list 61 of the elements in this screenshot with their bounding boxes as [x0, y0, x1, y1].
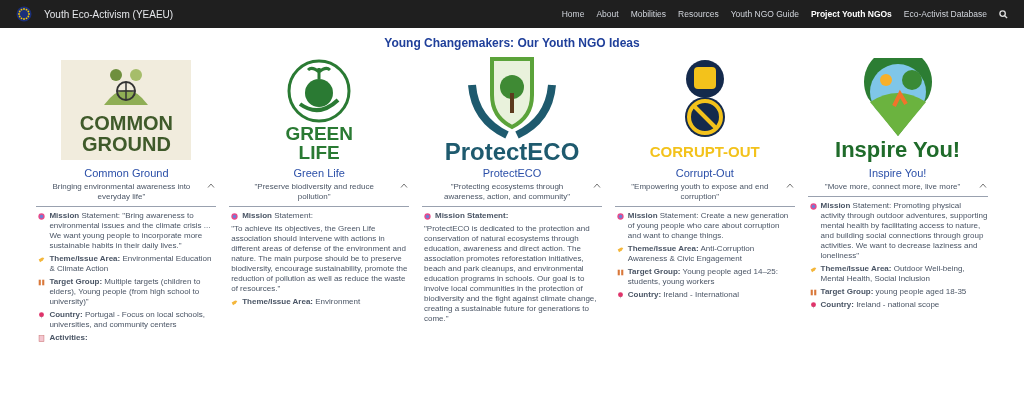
- nav-link[interactable]: Mobilities: [630, 7, 667, 21]
- info-text: Theme/Issue Area: Anti-Corruption Awareness & Civic Engagement: [627, 244, 756, 264]
- nav-link[interactable]: Youth NGO Guide: [730, 7, 799, 21]
- info-text: Target Group: Multiple targets (children to elders), Young people (from high school to university)": [49, 277, 202, 307]
- statement-text: "ProtectECO is dedicated to the protection and conservation of natural ecosystems through education, awareness and direct action. The association promotes reforestation initiatives, beach and park cleanups, and environmental education programs in schools. Our goal is to involve local communities in the protection of biodiversity and the fight against climate change, creating a sustainable future for generations to come.": [424, 224, 598, 324]
- target-icon: [231, 213, 239, 220]
- ngo-tagline: "Protecting ecosystems through awareness, action, and community": [442, 182, 571, 202]
- ngo-name: Green Life: [292, 166, 346, 180]
- info-text: Activities:: [49, 333, 88, 343]
- ngo-name: ProtectECO: [481, 166, 543, 180]
- star-circle-icon: [16, 6, 32, 22]
- target-icon: [424, 213, 431, 220]
- caret-icon: [593, 182, 601, 188]
- logo-text: GROUND: [81, 134, 171, 155]
- info-text: Country: Ireland - International: [627, 290, 739, 300]
- pin-icon: [38, 312, 46, 319]
- nav-link[interactable]: About: [596, 7, 619, 21]
- clipboard-icon: [38, 335, 46, 342]
- logo-text: ProtectECO: [444, 139, 580, 165]
- site-title[interactable]: Youth Eco-Activism (YEAEU): [44, 6, 174, 22]
- caret-icon: [785, 182, 794, 188]
- info-text: Theme/Issue Area: Outdoor Well-being, Mental Health, Social Inclusion: [820, 264, 966, 284]
- search-icon[interactable]: [999, 9, 1008, 19]
- caret-icon: [207, 182, 216, 188]
- nav-link[interactable]: Project Youth NGOs: [810, 7, 892, 21]
- shield-hands-icon: [467, 55, 557, 139]
- info-text: Mission Statement: Promoting physical activity through outdoor adventures, supporting mental health by facilitating access to nature, and building social connections through group activities. We want to decrease laziness and loneliness": [820, 201, 988, 261]
- info-text: Theme/Issue Area: Environment: [242, 297, 361, 307]
- target-icon: [809, 203, 817, 210]
- info-text: Target Group: young people aged 18-35: [820, 287, 967, 297]
- ngo-name: Inspire You!: [867, 166, 928, 180]
- info-text: Mission Statement: "Bring awareness to environmental issues and the climate crisis ... We want young people to incorporate more sustainable habits in their daily lives.": [49, 211, 212, 251]
- ngo-tagline: "Move more, connect more, live more": [823, 182, 962, 192]
- pin-icon: [809, 302, 817, 309]
- target-icon: [616, 213, 624, 220]
- info-text: Theme/Issue Area: Environmental Education & Climate Action: [49, 254, 213, 274]
- statement-text: "To achieve its objectives, the Green Life association should intervene with actions in different areas of defense of the environment and nature. The main purpose should be to preserve biodiversity, encourage sustainability, promote the reduction of pollution as well as reduce the waste of resources.": [231, 224, 409, 294]
- pin-icon: [616, 292, 624, 299]
- target-icon: [38, 213, 46, 220]
- ngo-tagline: "Empowering youth to expose and end corruption": [630, 182, 770, 202]
- nav-link[interactable]: Eco-Activist Database: [903, 7, 987, 21]
- info-text: Country: Ireland - national scope: [820, 300, 940, 310]
- logo-text: Inspire You!: [835, 138, 961, 162]
- caret-icon: [400, 182, 409, 188]
- ngo-tagline: Bringing environmental awareness into everyday life": [51, 182, 192, 202]
- info-text: Mission Statement:: [435, 211, 509, 221]
- nav-link[interactable]: Resources: [678, 7, 719, 21]
- ngo-name: Corrupt-Out: [674, 166, 735, 180]
- logo-text: GREEN: [285, 124, 353, 143]
- nav-link[interactable]: Home: [561, 7, 585, 21]
- ngo-name: Common Ground: [83, 166, 170, 180]
- logo-text: CORRUPT-OUT: [649, 143, 760, 161]
- page-heading: Young Changemakers: Our Youth NGO Ideas: [383, 35, 641, 52]
- info-text: Country: Portugal - Focus on local schools, universities, and community centers: [49, 310, 206, 330]
- caret-icon: [978, 182, 987, 188]
- logo-text: COMMON: [79, 113, 174, 134]
- info-text: Mission Statement:: [242, 211, 313, 221]
- info-text: Target Group: Young people aged 14–25: students, young workers: [627, 267, 779, 287]
- logo-text: LIFE: [298, 143, 340, 162]
- info-text: Mission Statement: Create a new generation of young people who care about corruption and want to change things.: [627, 211, 790, 241]
- ngo-tagline: "Preserve biodiversity and reduce pollution": [253, 182, 375, 202]
